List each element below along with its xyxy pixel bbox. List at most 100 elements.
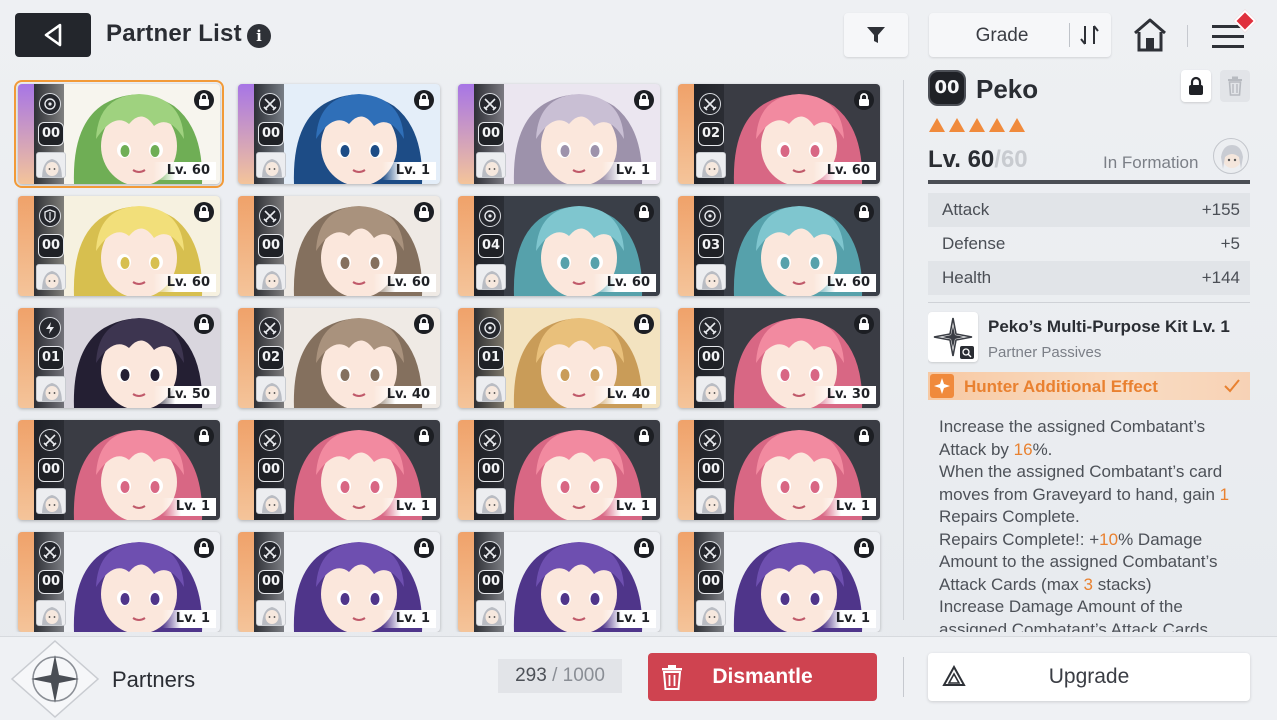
info-icon[interactable]: i: [247, 24, 271, 48]
lock-toggle-button[interactable]: [1181, 70, 1211, 102]
level-tag: Lv. 60: [152, 162, 216, 180]
trash-icon: [662, 665, 682, 690]
assigned-combatant-avatar: [36, 488, 66, 514]
rarity-stripe: [238, 532, 254, 632]
grade-badge: 00: [38, 122, 64, 146]
grade-badge: 01: [38, 346, 64, 370]
crossed-swords-icon: [479, 93, 501, 115]
lock-icon[interactable]: [194, 202, 214, 222]
partner-card[interactable]: 00 Lv. 1: [18, 420, 220, 520]
crossed-swords-icon: [259, 93, 281, 115]
assigned-combatant-avatar: [476, 264, 506, 290]
lock-icon[interactable]: [194, 538, 214, 558]
partner-card[interactable]: 00 Lv. 1: [458, 532, 660, 632]
partners-label: Partners: [112, 667, 196, 692]
level-tag: Lv. 30: [812, 386, 876, 404]
sort-dropdown[interactable]: Grade: [929, 13, 1111, 57]
lock-icon[interactable]: [854, 538, 874, 558]
assigned-combatant-avatar: [256, 488, 286, 514]
grade-badge: 00: [698, 570, 724, 594]
partner-capacity: 293 / 1000: [498, 659, 622, 693]
lock-icon[interactable]: [194, 314, 214, 334]
formation-avatar[interactable]: [1213, 138, 1249, 174]
grade-badge: 00: [38, 570, 64, 594]
rarity-stripe: [18, 308, 34, 408]
partner-card[interactable]: 00 Lv. 60: [14, 80, 224, 188]
stat-row-defense: Defense +5: [928, 227, 1250, 261]
rarity-stripe: [458, 308, 474, 408]
dismantle-label: Dismantle: [712, 665, 813, 688]
level-tag: Lv. 40: [592, 386, 656, 404]
lock-icon[interactable]: [634, 90, 654, 110]
grade-badge: 03: [698, 234, 724, 258]
rarity-stripe: [678, 308, 694, 408]
checkmark-icon: [1224, 379, 1240, 393]
partner-card[interactable]: 00 Lv. 1: [238, 532, 440, 632]
filter-button[interactable]: [844, 13, 908, 57]
partner-card[interactable]: 00 Lv. 1: [18, 532, 220, 632]
lock-icon[interactable]: [634, 202, 654, 222]
lock-icon[interactable]: [634, 538, 654, 558]
hunter-effect-row[interactable]: Hunter Additional Effect: [928, 372, 1250, 400]
lock-icon[interactable]: [414, 538, 434, 558]
section-divider: [928, 302, 1250, 303]
lock-icon[interactable]: [414, 426, 434, 446]
back-button[interactable]: [15, 13, 91, 57]
sort-order-icon[interactable]: [1077, 23, 1103, 47]
partner-card[interactable]: 01 Lv. 50: [18, 308, 220, 408]
crossed-swords-icon: [479, 429, 501, 451]
level-progress-bar: [928, 180, 1250, 184]
target-icon: [699, 205, 721, 227]
level-tag: Lv. 60: [592, 274, 656, 292]
rarity-stripe: [238, 196, 254, 296]
stat-row-health: Health +144: [928, 261, 1250, 295]
lock-icon[interactable]: [414, 202, 434, 222]
partner-card[interactable]: 02 Lv. 40: [238, 308, 440, 408]
rarity-stripe: [458, 532, 474, 632]
rarity-stripe: [238, 84, 254, 184]
hunter-effect-icon: [930, 374, 954, 398]
partner-card[interactable]: 04 Lv. 60: [458, 196, 660, 296]
assigned-combatant-avatar: [696, 376, 726, 402]
partner-card[interactable]: 02 Lv. 60: [678, 84, 880, 184]
home-icon[interactable]: [1132, 16, 1168, 54]
partner-card[interactable]: 03 Lv. 60: [678, 196, 880, 296]
lock-icon[interactable]: [414, 314, 434, 334]
lock-icon[interactable]: [634, 426, 654, 446]
partner-card[interactable]: 00 Lv. 1: [238, 84, 440, 184]
lock-icon[interactable]: [194, 90, 214, 110]
rarity-stripe: [458, 84, 474, 184]
partner-card[interactable]: 01 Lv. 40: [458, 308, 660, 408]
assigned-combatant-avatar: [696, 600, 726, 626]
partner-card[interactable]: 00 Lv. 1: [458, 84, 660, 184]
partner-card[interactable]: 00 Lv. 1: [678, 420, 880, 520]
grade-badge: 00: [698, 346, 724, 370]
stat-label: Defense: [942, 234, 1006, 253]
partner-card[interactable]: 00 Lv. 1: [678, 532, 880, 632]
capacity-separator: /: [552, 665, 558, 686]
lock-icon[interactable]: [634, 314, 654, 334]
partner-card[interactable]: 00 Lv. 60: [18, 196, 220, 296]
level-tag: Lv. 60: [152, 274, 216, 292]
lock-icon[interactable]: [854, 314, 874, 334]
stats-list: Attack +155 Defense +5 Health +144: [928, 193, 1250, 295]
level-tag: Lv. 40: [372, 386, 436, 404]
lock-icon[interactable]: [854, 426, 874, 446]
stat-label: Attack: [942, 200, 990, 219]
partner-card[interactable]: 00 Lv. 60: [238, 196, 440, 296]
partner-card[interactable]: 00 Lv. 1: [458, 420, 660, 520]
dismantle-button[interactable]: Dismantle: [648, 653, 877, 701]
partner-card[interactable]: 00 Lv. 1: [238, 420, 440, 520]
assigned-combatant-avatar: [256, 264, 286, 290]
partner-card[interactable]: 00 Lv. 30: [678, 308, 880, 408]
lock-icon[interactable]: [854, 202, 874, 222]
desc-highlight: 10: [1099, 529, 1119, 549]
lock-icon[interactable]: [854, 90, 874, 110]
lock-icon[interactable]: [194, 426, 214, 446]
desc-highlight: 16: [1013, 439, 1033, 459]
lock-icon[interactable]: [414, 90, 434, 110]
discard-button[interactable]: [1220, 70, 1250, 102]
skill-icon[interactable]: [928, 312, 978, 362]
upgrade-button[interactable]: Upgrade: [928, 653, 1250, 701]
crossed-swords-icon: [699, 429, 721, 451]
